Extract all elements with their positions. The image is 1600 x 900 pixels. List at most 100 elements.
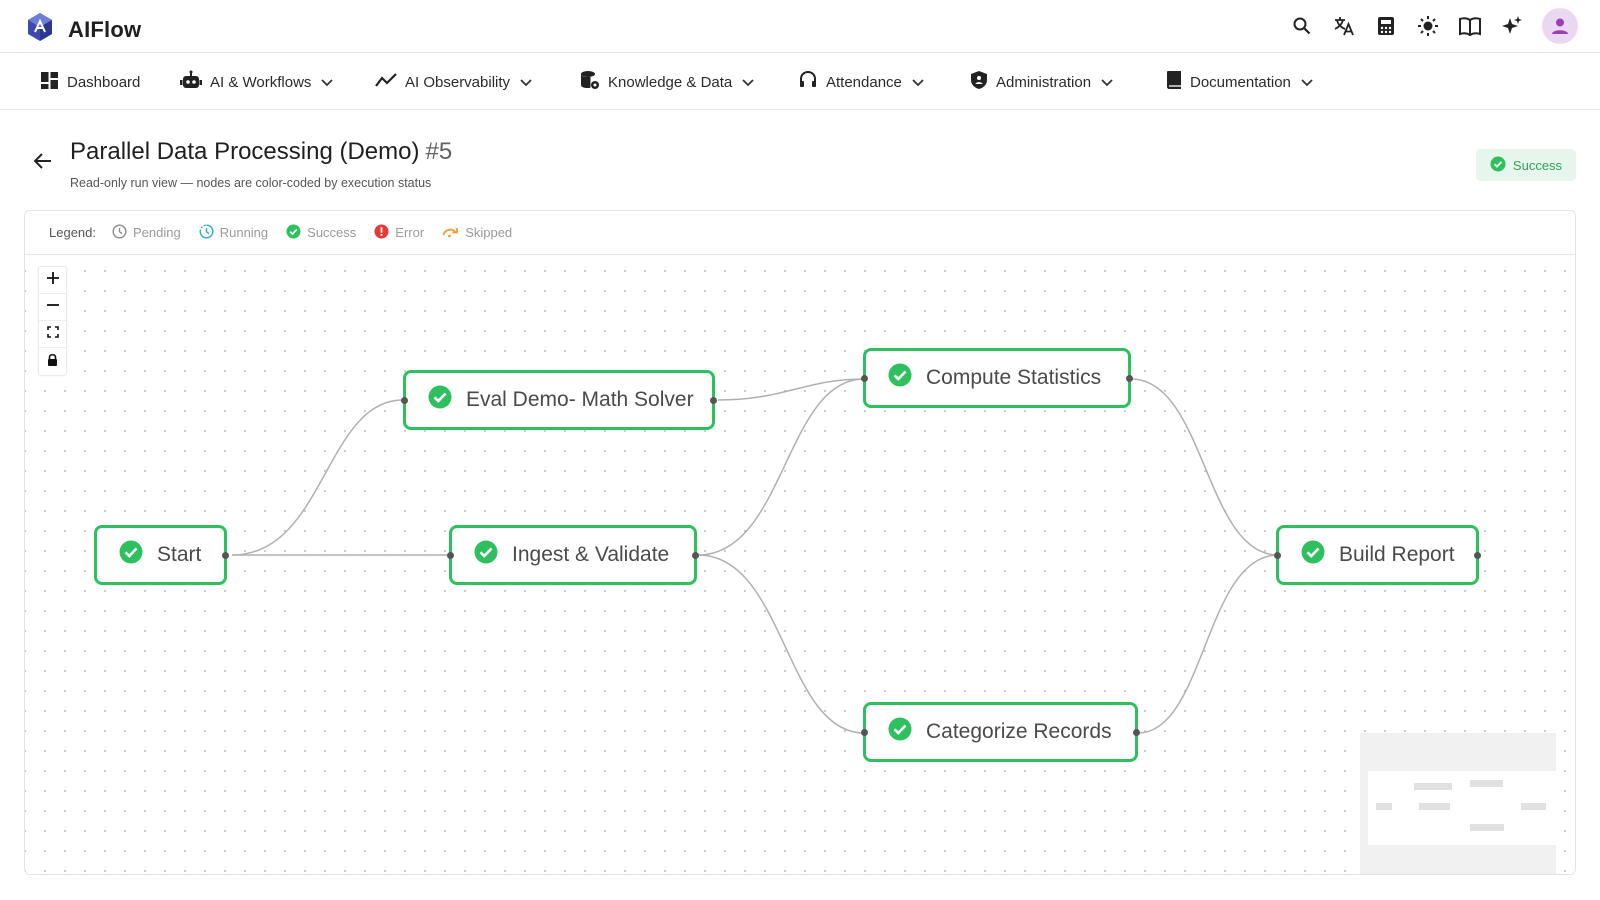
- node-handle[interactable]: [1133, 728, 1140, 736]
- node-handle[interactable]: [1126, 374, 1133, 382]
- node-ingest-validate[interactable]: Ingest & Validate: [447, 525, 699, 585]
- check-circle-icon: [286, 224, 301, 242]
- book-icon[interactable]: [1454, 8, 1486, 44]
- app-logo-icon: [26, 12, 54, 47]
- database-icon: [580, 70, 600, 94]
- node-build-report[interactable]: Build Report: [1274, 525, 1481, 585]
- minus-icon: [46, 298, 59, 316]
- chevron-down-icon: [520, 74, 532, 91]
- status-legend: Legend: Pending Running Success Error Sk…: [25, 211, 1575, 255]
- chevron-down-icon: [321, 74, 334, 91]
- node-label: Compute Statistics: [926, 366, 1102, 389]
- edge-compute-report: [1130, 378, 1279, 556]
- canvas-controls: [39, 267, 66, 375]
- fit-view-icon: [46, 325, 59, 343]
- lock-button[interactable]: [39, 348, 66, 375]
- node-compute-statistics[interactable]: Compute Statistics: [861, 348, 1133, 408]
- node-handle[interactable]: [692, 551, 699, 559]
- nav-ai-workflows[interactable]: AI & Workflows: [180, 67, 334, 97]
- chevron-down-icon: [1301, 74, 1313, 91]
- search-icon[interactable]: [1286, 8, 1318, 44]
- workflow-name: Parallel Data Processing (Demo): [70, 138, 420, 165]
- nav-documentation[interactable]: Documentation: [1166, 67, 1313, 97]
- error-icon: [374, 224, 389, 242]
- legend-title: Legend:: [49, 225, 96, 240]
- node-handle[interactable]: [861, 374, 868, 382]
- node-categorize-records[interactable]: Categorize Records: [861, 702, 1140, 762]
- check-circle-icon: [1301, 540, 1325, 570]
- user-avatar-icon[interactable]: [1542, 8, 1578, 44]
- check-circle-icon: [474, 540, 498, 570]
- shield-icon: [970, 70, 988, 94]
- nav-label: Knowledge & Data: [608, 73, 733, 91]
- nav-attendance[interactable]: Attendance: [798, 67, 924, 97]
- check-circle-icon: [1490, 156, 1506, 175]
- status-label: Success: [1512, 157, 1563, 173]
- legend-item-pending: Pending: [112, 223, 181, 242]
- node-eval-demo-math-solver[interactable]: Eval Demo- Math Solver: [401, 370, 717, 430]
- minimap[interactable]: [1360, 733, 1556, 874]
- check-circle-icon: [888, 363, 912, 393]
- node-handle[interactable]: [861, 728, 868, 736]
- app-name: AIFlow: [68, 16, 142, 42]
- top-bar: AIFlow: [0, 0, 1600, 53]
- node-handle[interactable]: [1474, 551, 1481, 559]
- nav-administration[interactable]: Administration: [970, 67, 1113, 97]
- fit-view-button[interactable]: [39, 321, 66, 348]
- chevron-down-icon: [1101, 74, 1113, 91]
- edge-start-eval: [231, 399, 404, 556]
- legend-label: Error: [395, 225, 425, 240]
- status-badge: Success: [1476, 149, 1576, 181]
- legend-item-error: Error: [374, 224, 424, 242]
- node-handle[interactable]: [222, 551, 229, 559]
- legend-label: Pending: [133, 225, 181, 240]
- legend-item-skipped: Skipped: [442, 225, 512, 241]
- edge-categorize-report: [1137, 554, 1279, 734]
- nav-label: Administration: [996, 73, 1092, 91]
- legend-label: Running: [219, 225, 269, 240]
- chevron-down-icon: [742, 74, 754, 91]
- node-label: Eval Demo- Math Solver: [466, 388, 694, 411]
- running-clock-icon: [199, 224, 214, 242]
- headset-icon: [798, 70, 818, 94]
- clock-icon: [112, 223, 127, 242]
- brand[interactable]: AIFlow: [26, 12, 141, 47]
- calculator-icon[interactable]: [1370, 8, 1402, 44]
- check-circle-icon: [888, 717, 912, 747]
- zoom-in-button[interactable]: [39, 267, 66, 294]
- nav-label: Dashboard: [67, 73, 141, 91]
- edge-ingest-categorize: [697, 554, 865, 734]
- back-button[interactable]: [30, 150, 56, 176]
- node-label: Start: [157, 543, 202, 566]
- minimap-node: [1470, 824, 1504, 831]
- nav-dashboard[interactable]: Dashboard: [40, 67, 140, 97]
- node-handle[interactable]: [710, 396, 717, 404]
- nav-label: AI Observability: [405, 73, 511, 91]
- nav-ai-observability[interactable]: AI Observability: [375, 67, 532, 97]
- node-label: Ingest & Validate: [512, 543, 670, 566]
- edge-eval-compute: [717, 378, 865, 401]
- legend-label: Success: [307, 225, 357, 240]
- skip-icon: [442, 225, 459, 241]
- zoom-out-button[interactable]: [39, 294, 66, 321]
- workflow-canvas[interactable]: Start Eval Demo- Math Solver Ingest & Va…: [25, 255, 1575, 874]
- sparkle-icon[interactable]: [1496, 8, 1528, 44]
- legend-label: Skipped: [465, 225, 513, 240]
- check-circle-icon: [119, 540, 143, 570]
- plus-icon: [46, 271, 59, 289]
- node-start[interactable]: Start: [94, 525, 229, 585]
- trend-icon: [375, 72, 397, 92]
- nav-knowledge-data[interactable]: Knowledge & Data: [580, 67, 754, 97]
- arrow-left-icon: [33, 152, 52, 174]
- dashboard-icon: [40, 71, 59, 94]
- run-number: #5: [425, 138, 453, 165]
- node-handle[interactable]: [1274, 551, 1281, 559]
- chevron-down-icon: [912, 74, 924, 91]
- robot-icon: [180, 70, 202, 94]
- legend-item-success: Success: [286, 224, 356, 242]
- minimap-node: [1376, 803, 1392, 810]
- sun-icon[interactable]: [1412, 8, 1444, 44]
- translate-icon[interactable]: [1328, 8, 1360, 44]
- node-handle[interactable]: [401, 396, 408, 404]
- node-handle[interactable]: [447, 551, 454, 559]
